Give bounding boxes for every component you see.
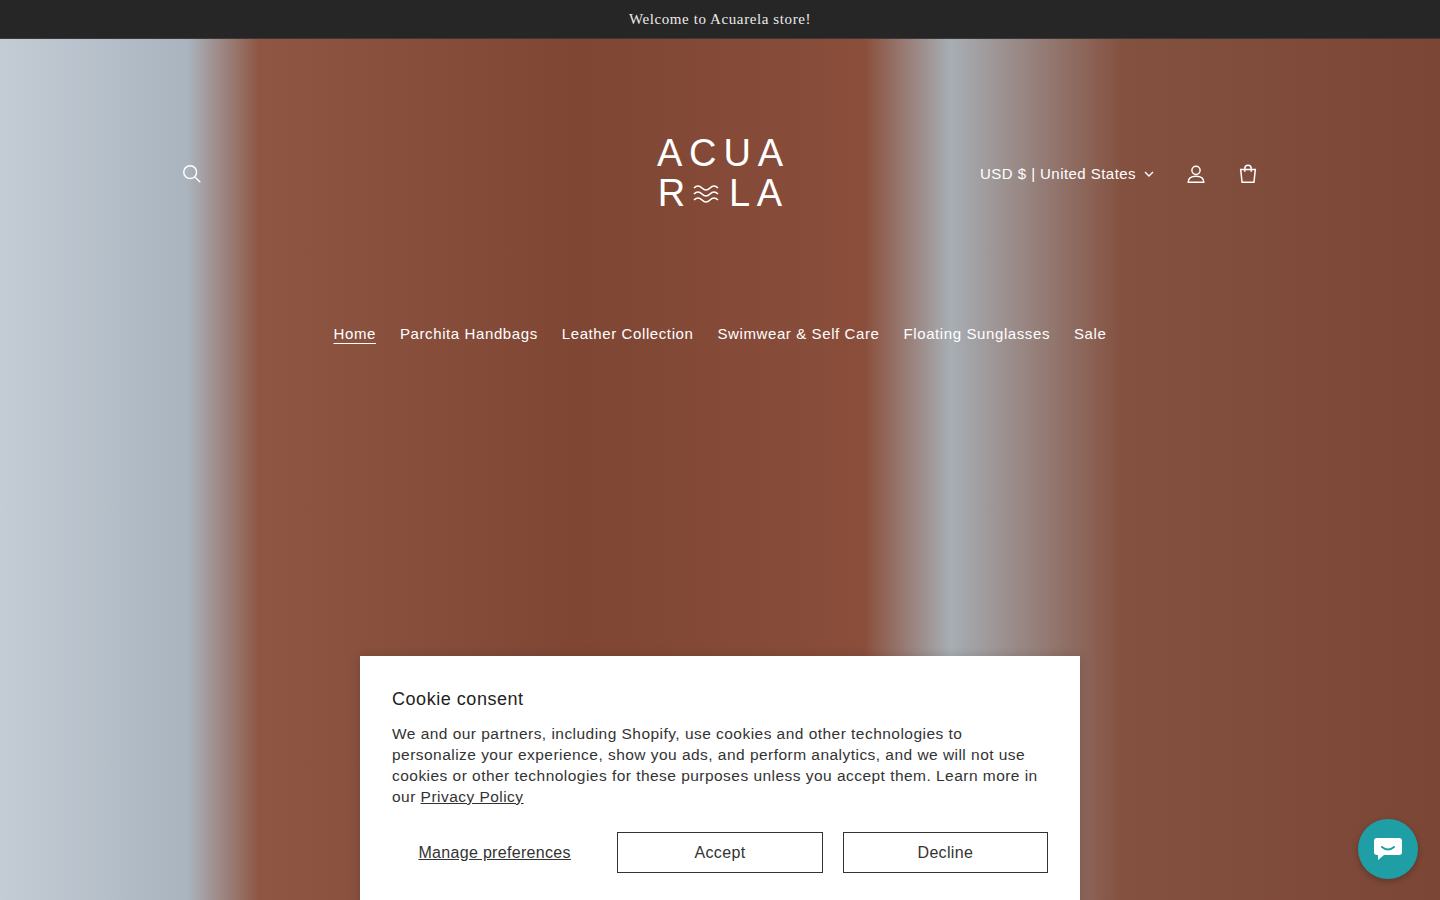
nav-link[interactable]: Parchita Handbags (400, 323, 538, 346)
decline-button[interactable]: Decline (843, 832, 1048, 873)
nav-link[interactable]: Leather Collection (562, 323, 694, 346)
currency-label: USD $ | United States (980, 163, 1136, 186)
accept-button[interactable]: Accept (617, 832, 822, 873)
privacy-policy-link[interactable]: Privacy Policy (421, 788, 524, 805)
cookie-text: We and our partners, including Shopify, … (392, 723, 1048, 807)
announcement-text: Welcome to Acuarela store! (629, 8, 811, 31)
logo-top: ACUA (650, 134, 790, 174)
wave-icon (692, 179, 722, 209)
logo[interactable]: ACUAR LA (650, 134, 790, 214)
announcement-bar: Welcome to Acuarela store! (0, 0, 1440, 39)
logo-bottom-start: R (658, 174, 692, 214)
cookie-title: Cookie consent (392, 686, 1048, 713)
chat-icon (1373, 836, 1403, 862)
chat-button[interactable] (1358, 819, 1418, 879)
main-nav: Home Parchita Handbags Leather Collection S… (0, 323, 1440, 346)
site-header: ACUAR LA USD $ | United States (170, 39, 1270, 214)
search-icon[interactable] (181, 163, 203, 185)
manage-preferences-button[interactable]: Manage preferences (392, 832, 597, 873)
chevron-down-icon (1144, 169, 1154, 179)
cart-icon[interactable] (1237, 163, 1259, 185)
currency-selector[interactable]: USD $ | United States (980, 163, 1154, 186)
nav-link[interactable]: Floating Sunglasses (904, 323, 1050, 346)
account-icon[interactable] (1185, 163, 1207, 185)
nav-link[interactable]: Home (334, 323, 376, 346)
nav-link[interactable]: Swimwear & Self Care (717, 323, 879, 346)
logo-bottom-end: LA (729, 174, 789, 214)
cookie-banner: Cookie consent We and our partners, inclu… (360, 656, 1080, 900)
nav-link[interactable]: Sale (1074, 323, 1106, 346)
